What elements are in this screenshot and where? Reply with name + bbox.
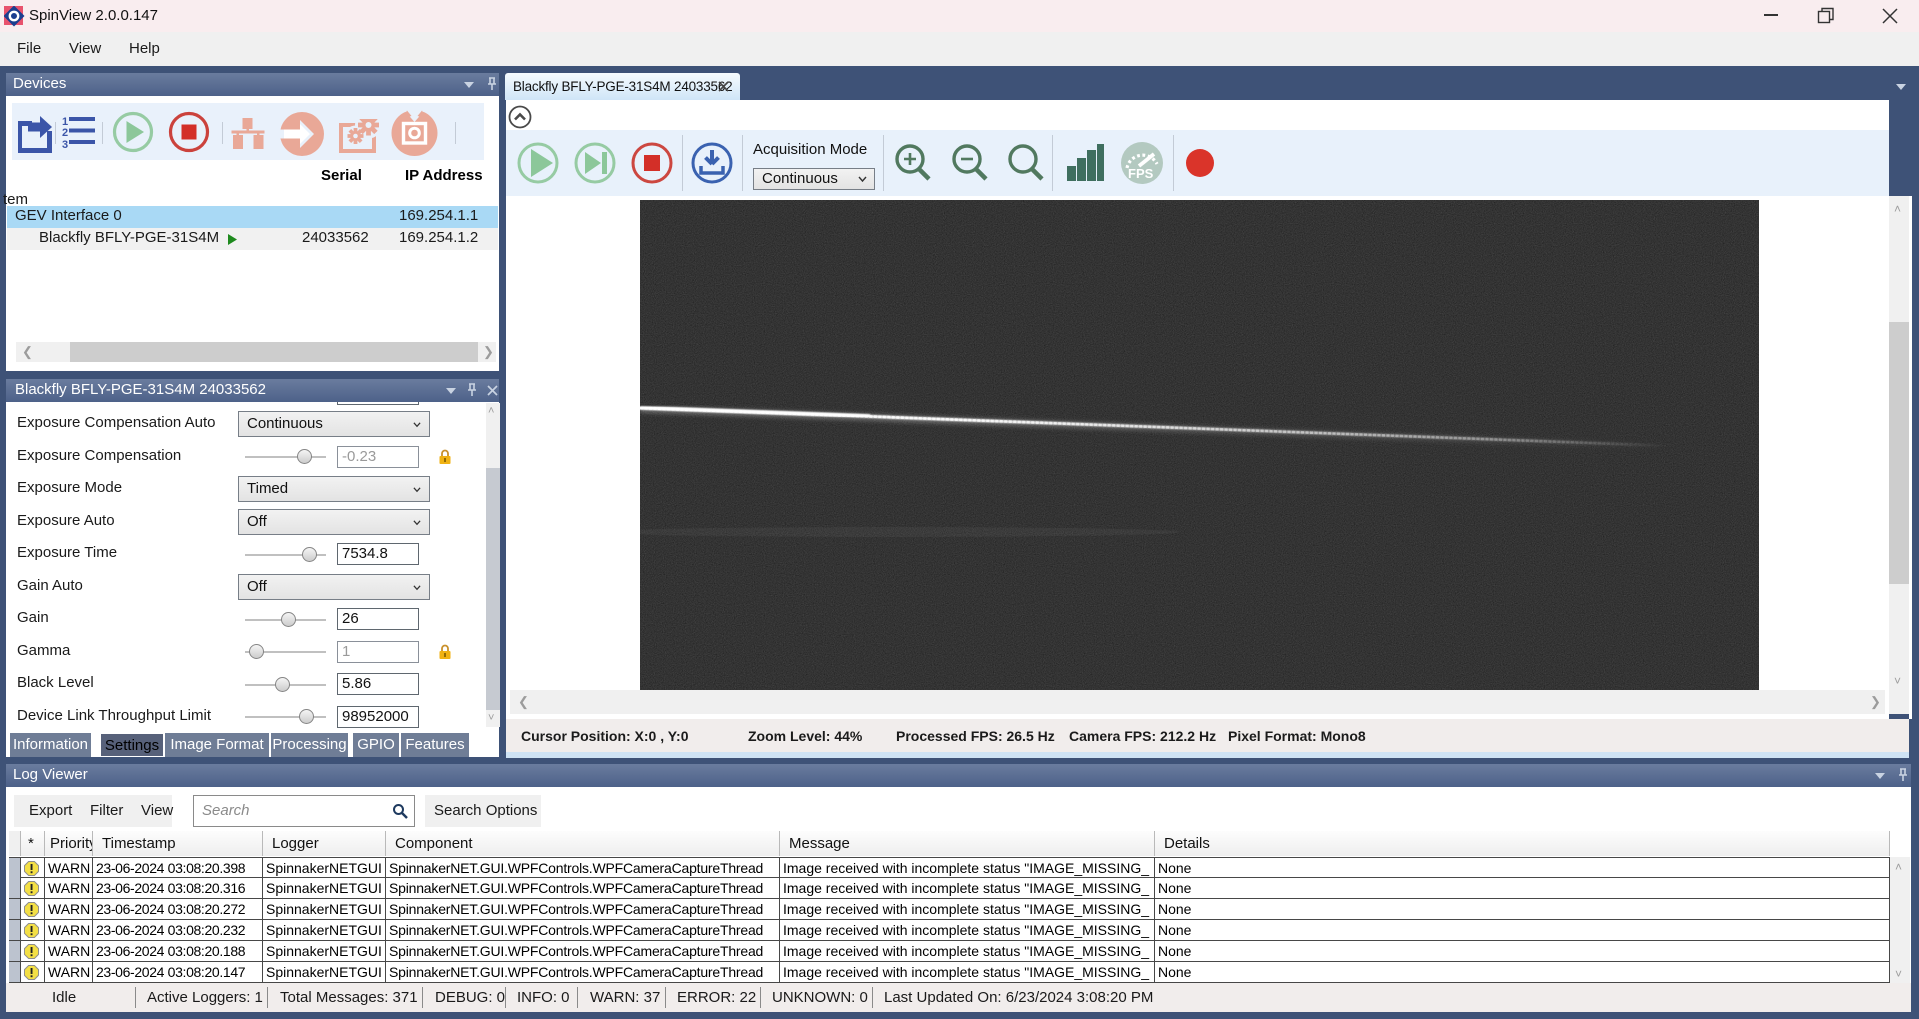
svg-text:2: 2 — [62, 127, 68, 139]
svg-text:3: 3 — [62, 139, 68, 151]
svg-text:FPS: FPS — [1128, 166, 1154, 181]
